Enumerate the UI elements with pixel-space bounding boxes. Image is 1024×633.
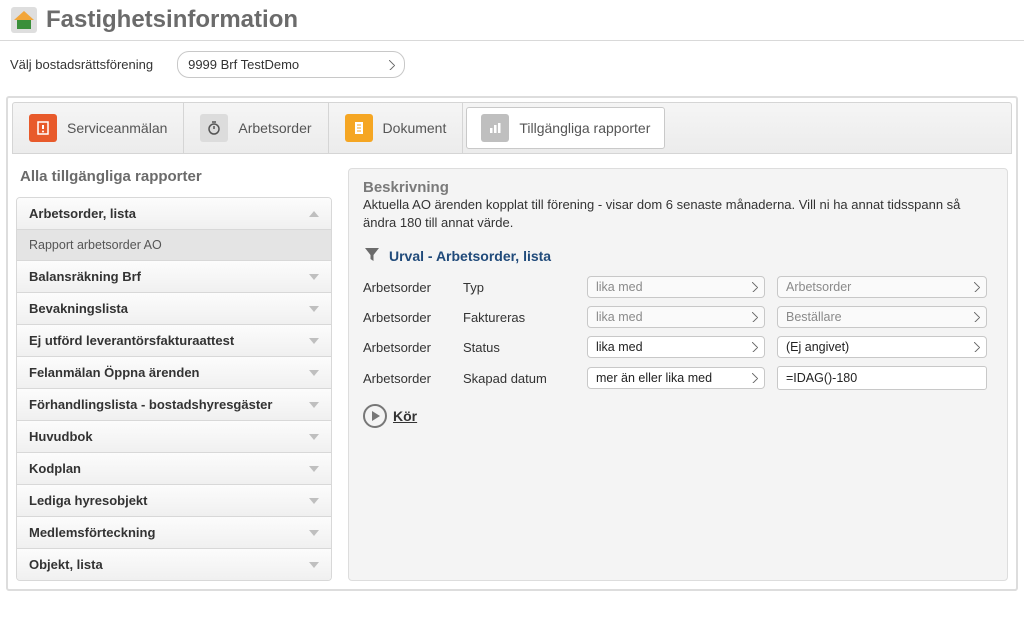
filter-field: Skapad datum bbox=[463, 371, 575, 386]
tab-label: Arbetsorder bbox=[238, 120, 311, 136]
tab-bar: Serviceanmälan Arbetsorder Dokument Till… bbox=[12, 102, 1012, 154]
acc-item-label: Balansräkning Brf bbox=[29, 269, 141, 284]
filter-val-select[interactable]: (Ej angivet) bbox=[777, 336, 987, 358]
chevron-down-icon bbox=[309, 530, 319, 536]
reports-accordion: Arbetsorder, lista Rapport arbetsorder A… bbox=[16, 197, 332, 581]
acc-item-label: Kodplan bbox=[29, 461, 81, 476]
tab-arbetsorder[interactable]: Arbetsorder bbox=[184, 103, 328, 153]
acc-item-label: Felanmälan Öppna ärenden bbox=[29, 365, 200, 380]
chevron-down-icon bbox=[309, 306, 319, 312]
filter-val-select[interactable]: Beställare bbox=[777, 306, 987, 328]
acc-item[interactable]: Bevakningslista bbox=[17, 293, 331, 325]
acc-item-arbetsorder-lista[interactable]: Arbetsorder, lista bbox=[17, 198, 331, 230]
acc-item[interactable]: Ej utförd leverantörsfakturaattest bbox=[17, 325, 331, 357]
chevron-down-icon bbox=[309, 466, 319, 472]
filter-entity: Arbetsorder bbox=[363, 340, 451, 355]
tab-label: Serviceanmälan bbox=[67, 120, 167, 136]
acc-item-label: Objekt, lista bbox=[29, 557, 103, 572]
filter-op-select[interactable]: lika med bbox=[587, 336, 765, 358]
report-detail-panel: Beskrivning Aktuella AO ärenden kopplat … bbox=[348, 168, 1008, 581]
filter-op-select[interactable]: mer än eller lika med bbox=[587, 367, 765, 389]
acc-item[interactable]: Felanmälan Öppna ärenden bbox=[17, 357, 331, 389]
tab-serviceanmalan[interactable]: Serviceanmälan bbox=[13, 103, 184, 153]
filter-field: Faktureras bbox=[463, 310, 575, 325]
acc-item[interactable]: Lediga hyresobjekt bbox=[17, 485, 331, 517]
acc-item-label: Ej utförd leverantörsfakturaattest bbox=[29, 333, 234, 348]
chevron-down-icon bbox=[309, 402, 319, 408]
run-row: Kör bbox=[363, 404, 993, 428]
funnel-icon bbox=[363, 245, 381, 266]
acc-item-label: Arbetsorder, lista bbox=[29, 206, 136, 221]
acc-item[interactable]: Huvudbok bbox=[17, 421, 331, 453]
acc-item-label: Bevakningslista bbox=[29, 301, 128, 316]
filter-entity: Arbetsorder bbox=[363, 371, 451, 386]
filter-val-select[interactable]: Arbetsorder bbox=[777, 276, 987, 298]
filter-grid: Arbetsorder Typ lika med Arbetsorder Arb… bbox=[363, 276, 993, 390]
beskrivning-text: Aktuella AO ärenden kopplat till förenin… bbox=[363, 196, 993, 231]
chevron-down-icon bbox=[309, 370, 319, 376]
acc-item[interactable]: Objekt, lista bbox=[17, 549, 331, 580]
filter-op-select[interactable]: lika med bbox=[587, 276, 765, 298]
chevron-down-icon bbox=[309, 562, 319, 568]
house-icon bbox=[10, 6, 38, 34]
chevron-down-icon bbox=[309, 434, 319, 440]
document-icon bbox=[345, 114, 373, 142]
tab-label: Dokument bbox=[383, 120, 447, 136]
acc-sub-rapport-arbetsorder[interactable]: Rapport arbetsorder AO bbox=[17, 230, 331, 261]
acc-item[interactable]: Medlemsförteckning bbox=[17, 517, 331, 549]
urval-header: Urval - Arbetsorder, lista bbox=[363, 245, 993, 266]
main-panel: Serviceanmälan Arbetsorder Dokument Till… bbox=[6, 96, 1018, 591]
acc-item[interactable]: Förhandlingslista - bostadshyresgäster bbox=[17, 389, 331, 421]
tab-label: Tillgängliga rapporter bbox=[519, 120, 650, 136]
reports-sidebar: Alla tillgängliga rapporter Arbetsorder,… bbox=[16, 168, 332, 581]
tab-dokument[interactable]: Dokument bbox=[329, 103, 464, 153]
alert-icon bbox=[29, 114, 57, 142]
page-title: Fastighetsinformation bbox=[46, 6, 298, 34]
acc-item-label: Huvudbok bbox=[29, 429, 93, 444]
play-icon bbox=[363, 404, 387, 428]
chart-icon bbox=[481, 114, 509, 142]
stopwatch-icon bbox=[200, 114, 228, 142]
acc-item-label: Lediga hyresobjekt bbox=[29, 493, 147, 508]
brf-select[interactable]: 9999 Brf TestDemo bbox=[177, 51, 405, 78]
sidebar-heading: Alla tillgängliga rapporter bbox=[16, 168, 332, 185]
chevron-down-icon bbox=[309, 274, 319, 280]
urval-title: Urval - Arbetsorder, lista bbox=[389, 248, 551, 264]
filter-entity: Arbetsorder bbox=[363, 310, 451, 325]
acc-item-label: Förhandlingslista - bostadshyresgäster bbox=[29, 397, 272, 412]
run-button[interactable]: Kör bbox=[363, 404, 417, 428]
brf-selector-label: Välj bostadsrättsförening bbox=[10, 57, 153, 72]
chevron-down-icon bbox=[309, 498, 319, 504]
run-button-label: Kör bbox=[393, 408, 417, 424]
filter-entity: Arbetsorder bbox=[363, 280, 451, 295]
tab-tillgangliga-rapporter[interactable]: Tillgängliga rapporter bbox=[466, 107, 665, 149]
brf-selector-row: Välj bostadsrättsförening 9999 Brf TestD… bbox=[0, 41, 1024, 96]
acc-item-label: Medlemsförteckning bbox=[29, 525, 155, 540]
filter-field: Status bbox=[463, 340, 575, 355]
beskrivning-heading: Beskrivning bbox=[363, 179, 993, 196]
content-area: Alla tillgängliga rapporter Arbetsorder,… bbox=[12, 154, 1012, 585]
acc-item[interactable]: Balansräkning Brf bbox=[17, 261, 331, 293]
chevron-down-icon bbox=[309, 338, 319, 344]
filter-val-input[interactable] bbox=[777, 366, 987, 390]
chevron-up-icon bbox=[309, 211, 319, 217]
acc-item[interactable]: Kodplan bbox=[17, 453, 331, 485]
filter-op-select[interactable]: lika med bbox=[587, 306, 765, 328]
page-header: Fastighetsinformation bbox=[0, 0, 1024, 41]
filter-field: Typ bbox=[463, 280, 575, 295]
